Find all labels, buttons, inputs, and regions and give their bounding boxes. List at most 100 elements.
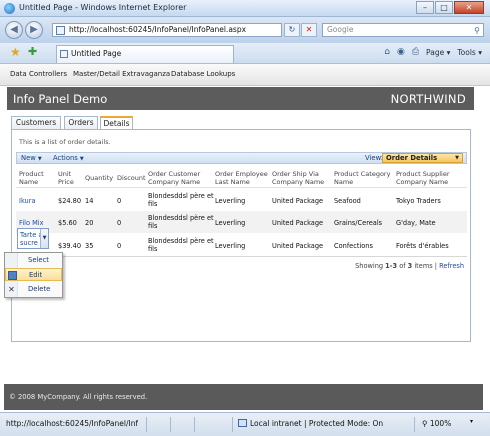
chevron-down-icon[interactable]: ▾ xyxy=(470,418,473,425)
tools-menu[interactable]: Tools ▾ xyxy=(457,48,482,57)
view-selector-value: Order Details xyxy=(386,154,438,162)
cell-customer: Blondesddsl père et fils xyxy=(148,237,214,253)
close-window-button[interactable]: ✕ xyxy=(454,1,484,14)
intranet-icon xyxy=(238,419,247,427)
menu-item-edit[interactable]: Edit xyxy=(5,268,62,281)
cell-supplier: G'day, Mate xyxy=(396,219,436,227)
security-zone-label: Local intranet | Protected Mode: On xyxy=(250,419,384,428)
cell-discount: 0 xyxy=(117,197,122,205)
view-label: View: xyxy=(365,154,384,162)
new-button[interactable]: New ▼ xyxy=(21,154,42,164)
app-title: Info Panel Demo xyxy=(13,92,108,106)
pager-divider xyxy=(16,256,467,257)
tab-details[interactable]: Details xyxy=(100,116,133,130)
cell-discount: 0 xyxy=(117,219,122,227)
row-action-dropdown[interactable]: Tarte a sucre ▼ xyxy=(17,228,49,249)
cell-customer: Blondesddsl père et fils xyxy=(148,192,214,208)
chevron-down-icon[interactable]: ▼ xyxy=(40,229,48,248)
search-icon[interactable]: ⚲ xyxy=(474,25,480,37)
cell-quantity: 14 xyxy=(85,197,94,205)
refresh-icon[interactable]: ↻ xyxy=(284,23,300,37)
grid-description: This is a list of order details. xyxy=(19,138,111,146)
favorites-icon[interactable]: ★ xyxy=(10,46,21,58)
page-menu[interactable]: Page ▾ xyxy=(426,48,450,57)
chevron-down-icon: ▾ xyxy=(478,47,482,57)
address-url: http://localhost:60245/InfoPanel/InfoPan… xyxy=(69,25,247,34)
home-icon[interactable]: ⌂ xyxy=(384,47,390,57)
print-icon[interactable]: ⎙ xyxy=(412,47,419,57)
menu-item-label: Edit xyxy=(29,271,43,279)
column-header[interactable]: Quantity xyxy=(85,174,113,182)
cell-employee: Leverling xyxy=(215,242,246,250)
menu-database-lookups[interactable]: Database Lookups xyxy=(171,70,235,78)
tab-page-icon xyxy=(60,50,68,58)
navigation-bar: ◀ ▶ http://localhost:60245/InfoPanel/Inf… xyxy=(0,17,490,43)
menu-item-delete[interactable]: ✕ Delete xyxy=(5,283,62,296)
cell-unit-price: $5.60 xyxy=(58,219,77,227)
cell-product-name[interactable]: Filo Mix xyxy=(19,219,44,227)
grid-toolbar: New ▼ Actions ▼ View: Order Details ▼ xyxy=(16,152,467,164)
address-buttons: ↻ ✕ xyxy=(284,23,318,37)
pager-range: 1-3 xyxy=(385,262,398,270)
chevron-down-icon: ▼ xyxy=(79,156,84,162)
search-placeholder: Google xyxy=(327,25,354,34)
actions-button[interactable]: Actions ▼ xyxy=(53,154,84,164)
column-header[interactable]: Unit Price xyxy=(58,170,74,186)
cell-product-name[interactable]: Ikura xyxy=(19,197,36,205)
column-header[interactable]: Product Category Name xyxy=(334,170,390,186)
search-input[interactable]: Google ⚲ xyxy=(322,23,484,37)
menu-data-controllers[interactable]: Data Controllers xyxy=(10,70,67,78)
forward-button[interactable]: ▶ xyxy=(25,21,43,39)
zoom-icon: ⚲ xyxy=(422,419,428,428)
cell-unit-price: $39.40 xyxy=(58,242,82,250)
zoom-value: 100% xyxy=(429,419,452,428)
security-zone[interactable]: Local intranet | Protected Mode: On xyxy=(238,419,383,428)
window-controls: – □ ✕ xyxy=(415,1,484,14)
cell-shipper: United Package xyxy=(272,219,324,227)
menu-item-label: Delete xyxy=(28,285,51,293)
menu-item-select[interactable]: Select xyxy=(5,254,62,267)
status-bar: http://localhost:60245/InfoPanel/InfoPa … xyxy=(0,412,490,436)
column-header[interactable]: Order Customer Company Name xyxy=(148,170,200,186)
cell-category: Seafood xyxy=(334,197,361,205)
cell-shipper: United Package xyxy=(272,242,324,250)
status-divider xyxy=(194,417,195,432)
column-header[interactable]: Product Name xyxy=(19,170,44,186)
cell-category: Confections xyxy=(334,242,373,250)
cell-employee: Leverling xyxy=(215,219,246,227)
column-header[interactable]: Order Ship Via Company Name xyxy=(272,170,324,186)
column-header[interactable]: Order Employee Last Name xyxy=(215,170,268,186)
browser-tab[interactable]: Untitled Page xyxy=(56,45,234,63)
page-menu-label: Page xyxy=(426,47,445,57)
tools-menu-label: Tools xyxy=(457,47,476,57)
tab-customers[interactable]: Customers xyxy=(11,116,61,129)
feeds-icon[interactable]: ◉ xyxy=(397,47,405,57)
menu-master-detail[interactable]: Master/Detail Extravaganza xyxy=(73,70,170,78)
status-url: http://localhost:60245/InfoPanel/InfoPa xyxy=(6,419,138,428)
zoom-level[interactable]: ⚲ 100% xyxy=(422,419,451,428)
row-context-menu: Select Edit ✕ Delete xyxy=(4,252,63,298)
view-selector[interactable]: Order Details ▼ xyxy=(382,153,463,163)
actions-button-label: Actions xyxy=(53,154,78,162)
page-footer: © 2008 MyCompany. All rights reserved. xyxy=(4,384,483,410)
refresh-link[interactable]: Refresh xyxy=(439,262,464,270)
window-titlebar: Untitled Page - Windows Internet Explore… xyxy=(0,0,490,17)
maximize-button[interactable]: □ xyxy=(435,1,453,14)
cell-discount: 0 xyxy=(117,242,122,250)
cell-employee: Leverling xyxy=(215,197,246,205)
page-icon xyxy=(56,26,65,35)
ie-logo-icon xyxy=(4,3,15,14)
edit-icon xyxy=(8,271,17,280)
column-header[interactable]: Product Supplier Company Name xyxy=(396,170,450,186)
cell-shipper: United Package xyxy=(272,197,324,205)
tab-orders[interactable]: Orders xyxy=(64,116,98,129)
delete-icon: ✕ xyxy=(8,285,15,294)
back-button[interactable]: ◀ xyxy=(5,21,23,39)
add-favorites-icon[interactable]: ✚ xyxy=(28,46,37,58)
column-header[interactable]: Discount xyxy=(117,174,146,182)
stop-icon[interactable]: ✕ xyxy=(301,23,317,37)
address-bar[interactable]: http://localhost:60245/InfoPanel/InfoPan… xyxy=(52,23,282,37)
cell-customer: Blondesddsl père et fils xyxy=(148,214,214,230)
minimize-button[interactable]: – xyxy=(416,1,434,14)
tab-bar: ★ ✚ Untitled Page ⌂ ◉ ⎙ Page ▾ Tools ▾ xyxy=(0,43,490,64)
